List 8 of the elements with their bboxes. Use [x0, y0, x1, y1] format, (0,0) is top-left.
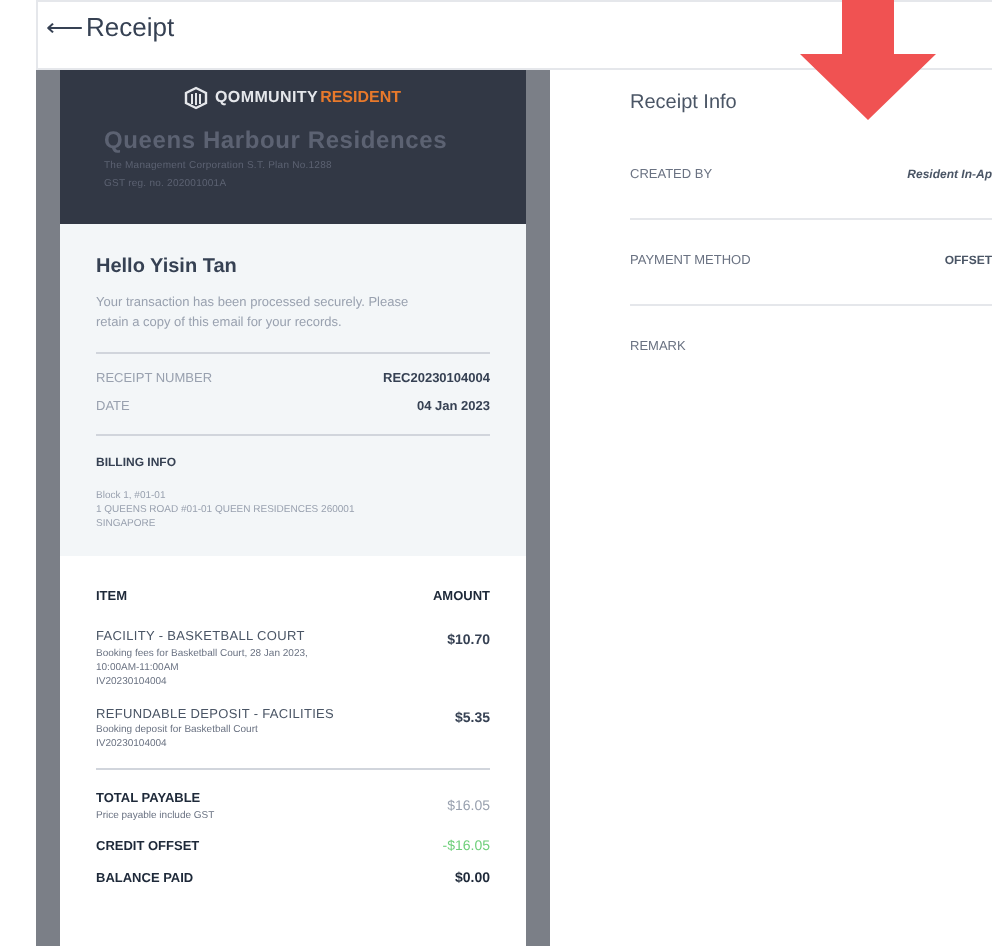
logo-suffix: RESIDENT: [320, 86, 402, 110]
logo-brand: QOMMUNITY: [214, 86, 319, 110]
logo-icon: [184, 86, 209, 110]
back-icon[interactable]: ⟵: [46, 14, 84, 40]
section-title: Receipt Info: [630, 90, 739, 118]
down-arrow-icon: [800, 0, 940, 120]
page-title: Receipt: [86, 14, 175, 40]
greeting: Hello Yisin Tan: [96, 254, 239, 282]
